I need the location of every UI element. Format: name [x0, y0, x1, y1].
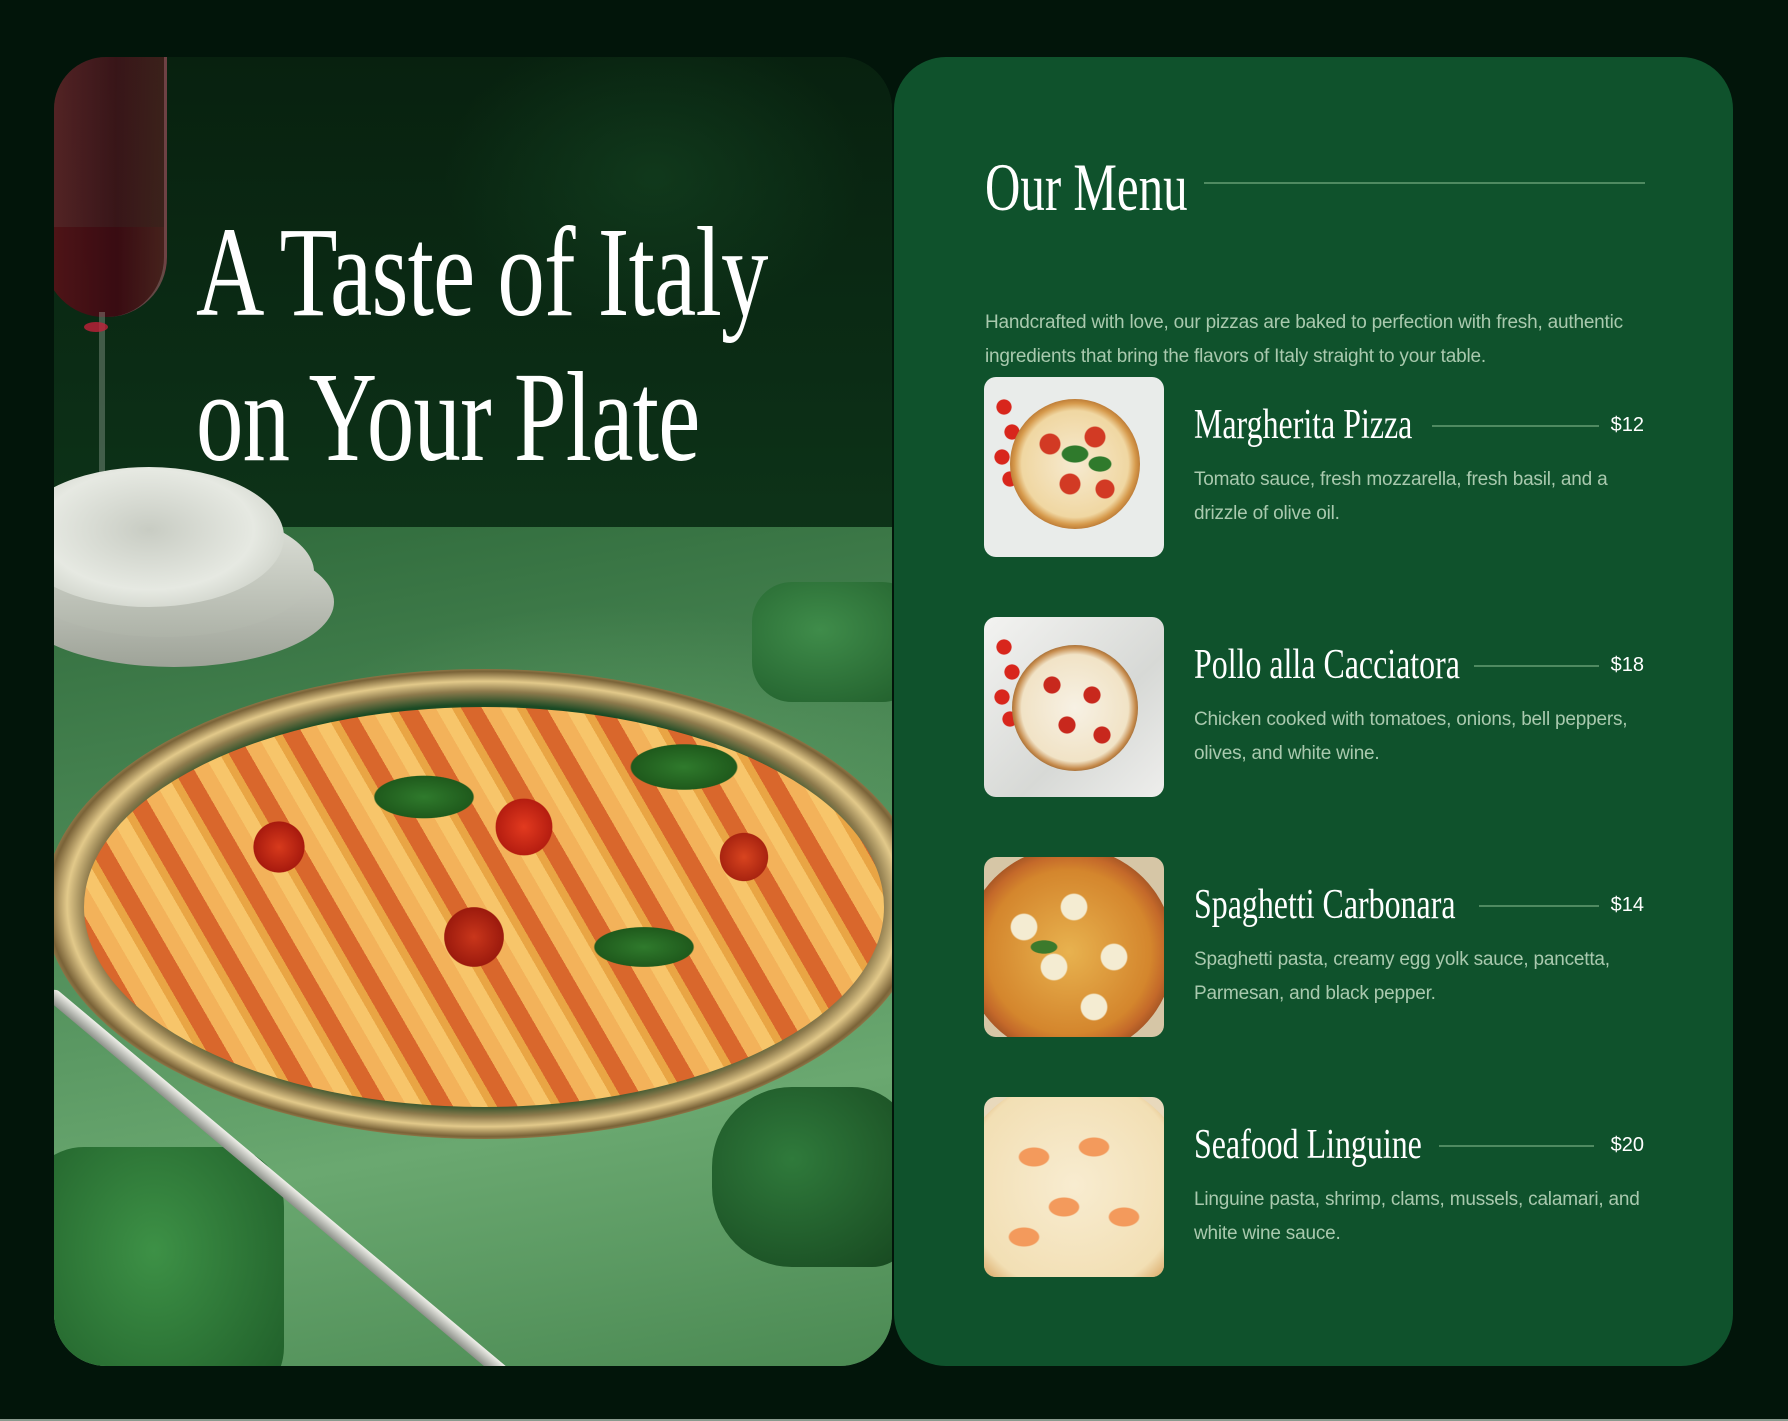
menu-item-name: Margherita Pizza	[1194, 402, 1413, 448]
menu-item-image	[984, 377, 1164, 557]
menu-card: Our Menu Handcrafted with love, our pizz…	[894, 57, 1733, 1366]
menu-intro: Handcrafted with love, our pizzas are ba…	[985, 312, 1623, 367]
menu-header: Our Menu	[985, 147, 1645, 227]
hero-title-line-1: A Taste of Italy	[196, 201, 768, 343]
napkin-image	[712, 1087, 892, 1267]
menu-item-description: Spaghetti pasta, creamy egg yolk sauce, …	[1194, 949, 1610, 1004]
menu-title-divider	[1204, 182, 1645, 184]
menu-item-divider	[1479, 905, 1599, 907]
napkin-image	[752, 582, 892, 702]
menu-item-image	[984, 857, 1164, 1037]
hero-title-line-2: on Your Plate	[196, 346, 700, 488]
menu-item-divider	[1474, 665, 1599, 667]
hero-title: A Taste of Italy on Your Plate	[196, 200, 768, 490]
menu-item-name: Spaghetti Carbonara	[1194, 882, 1456, 928]
wine-glass-image	[54, 57, 194, 477]
pasta-image	[84, 707, 884, 1107]
menu-item[interactable]: Margherita Pizza $12 Tomato sauce, fresh…	[984, 377, 1644, 557]
menu-item-description: Linguine pasta, shrimp, clams, mussels, …	[1194, 1189, 1640, 1244]
menu-item-image	[984, 1097, 1164, 1277]
menu-item-divider	[1439, 1145, 1594, 1147]
menu-item[interactable]: Spaghetti Carbonara $14 Spaghetti pasta,…	[984, 857, 1644, 1037]
menu-item[interactable]: Pollo alla Cacciatora $18 Chicken cooked…	[984, 617, 1644, 797]
menu-title: Our Menu	[985, 149, 1188, 225]
menu-item-price: $20	[1610, 1134, 1644, 1156]
menu-item-name: Seafood Linguine	[1194, 1122, 1422, 1168]
menu-item-price: $14	[1610, 894, 1644, 916]
menu-item-divider	[1432, 425, 1599, 427]
menu-item-image	[984, 617, 1164, 797]
menu-item-price: $18	[1610, 654, 1644, 676]
menu-item-description: Tomato sauce, fresh mozzarella, fresh ba…	[1194, 469, 1608, 524]
stacked-plates-image	[54, 467, 354, 687]
menu-item[interactable]: Seafood Linguine $20 Linguine pasta, shr…	[984, 1097, 1644, 1277]
menu-item-name: Pollo alla Cacciatora	[1194, 642, 1460, 688]
menu-item-description: Chicken cooked with tomatoes, onions, be…	[1194, 709, 1628, 764]
hero-card: A Taste of Italy on Your Plate	[54, 57, 892, 1366]
menu-item-price: $12	[1610, 414, 1644, 436]
napkin-image	[54, 1147, 284, 1366]
